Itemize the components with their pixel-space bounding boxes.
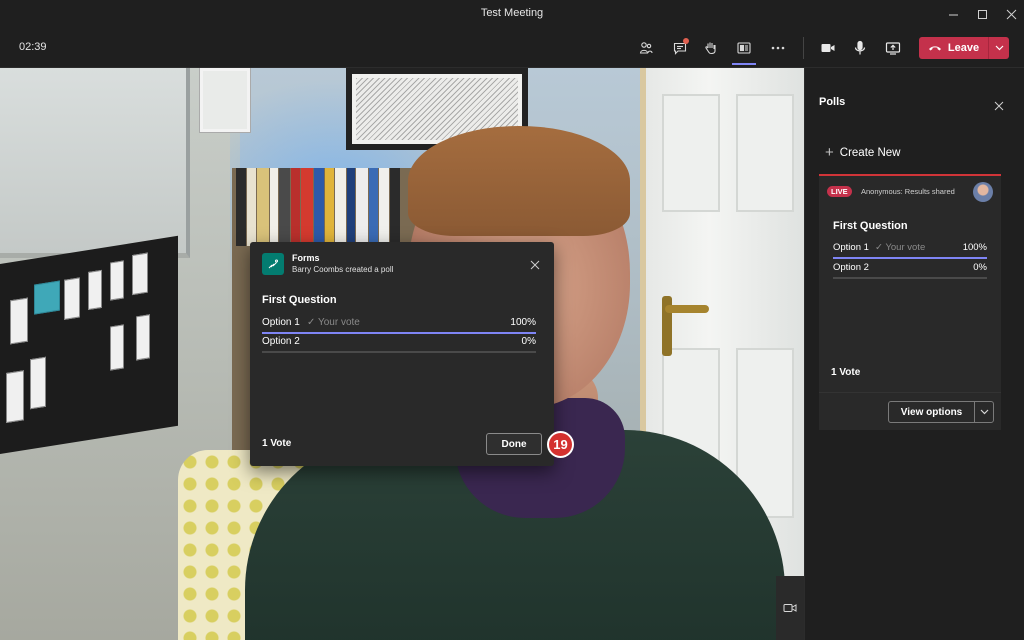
option-label: Option 1 [262,317,300,328]
view-options-dropdown[interactable] [975,409,993,415]
chat-notification-dot [683,38,689,44]
avatar [973,182,993,202]
option-percent: 100% [510,317,536,328]
poll-creator-text: Barry Coombs created a poll [292,265,394,274]
close-icon [530,260,540,270]
more-icon [771,46,785,50]
poll-option: Option 1 ✓ Your vote 100% [262,317,536,335]
video-camera-icon [783,604,797,612]
meeting-timer: 02:39 [19,41,47,53]
minimize-icon [948,14,958,15]
raise-hand-icon [705,42,716,55]
more-actions-button[interactable] [766,36,790,60]
popup-close-button[interactable] [530,257,540,270]
create-new-poll-button[interactable]: + Create New [825,145,900,160]
chevron-down-icon [995,45,1003,51]
option-progress-fill [833,257,987,259]
vote-count: 1 Vote [262,438,292,449]
option-progress-track [833,257,987,259]
polls-close-button[interactable] [994,98,1004,111]
maximize-button[interactable] [967,0,997,28]
books [236,168,426,246]
toolbar-divider [803,37,804,59]
poll-option: Option 1 ✓ Your vote 100% [833,242,987,260]
view-options-label: View options [900,406,963,418]
share-button[interactable] [881,36,905,60]
option-label: Option 1 [833,242,869,253]
maximize-icon [977,9,987,19]
glass-whiteboard [0,68,190,258]
live-badge: LIVE [827,186,852,197]
option-progress-track [262,351,536,353]
apps-icon [737,42,751,54]
leave-options-button[interactable] [989,45,1009,51]
forms-app-name: Forms [292,253,320,263]
your-vote-label: ✓ Your vote [307,317,360,328]
minimize-button[interactable] [938,0,968,28]
poll-popup: Forms Barry Coombs created a poll First … [250,242,554,466]
vote-count: 1 Vote [831,367,861,378]
people-icon [639,42,653,54]
your-vote-label: ✓ Your vote [875,242,926,253]
camera-switch-button[interactable] [776,576,804,640]
view-options-button[interactable]: View options [888,401,994,423]
poll-status-text: Anonymous: Results shared [861,187,955,196]
option-progress-track [833,277,987,279]
poll-card-footer: View options [819,392,1001,430]
poll-option: Option 2 0% [833,262,987,280]
close-window-button[interactable] [996,0,1024,28]
phone-hangup-icon [928,46,941,51]
chat-button[interactable] [668,36,692,60]
option-percent: 0% [973,262,987,273]
leave-button[interactable]: Leave [919,37,1009,59]
microphone-button[interactable] [848,36,872,60]
meeting-toolbar: 02:39 Leave [0,28,1024,68]
camera-icon [821,44,835,52]
close-icon [994,101,1004,111]
raise-hand-button[interactable] [699,36,723,60]
done-button[interactable]: Done [486,433,542,455]
participants-button[interactable] [634,36,658,60]
apps-button[interactable] [732,36,756,65]
title-bar: Test Meeting [0,0,1024,28]
leave-main[interactable]: Leave [919,42,988,54]
option-percent: 100% [962,242,987,253]
option-progress-track [262,332,536,334]
chevron-down-icon [980,409,988,415]
door-handle [665,305,709,313]
window-title: Test Meeting [480,7,544,19]
forms-app-icon [262,253,284,275]
step-number-badge: 19 [547,431,574,458]
polls-title: Polls [819,96,846,108]
person-hair [408,126,630,236]
option-label: Option 2 [262,336,300,347]
poll-option: Option 2 0% [262,336,536,354]
option-percent: 0% [521,336,536,347]
create-new-label: Create New [839,146,901,159]
option-label: Option 2 [833,262,869,273]
option-progress-fill [262,332,536,334]
poll-card: LIVE Anonymous: Results shared First Que… [819,176,1001,392]
polls-panel: Polls + Create New LIVE Anonymous: Resul… [804,68,1024,640]
plus-icon: + [825,144,834,161]
poll-question: First Question [262,294,337,306]
pinboard [0,235,178,454]
poll-question: First Question [833,220,908,232]
camera-button[interactable] [816,36,840,60]
microphone-icon [854,40,866,55]
leave-label: Leave [947,42,980,54]
share-icon [885,42,901,55]
small-picture-frame [200,68,250,132]
forms-icon [268,259,278,269]
close-icon [1006,9,1016,19]
